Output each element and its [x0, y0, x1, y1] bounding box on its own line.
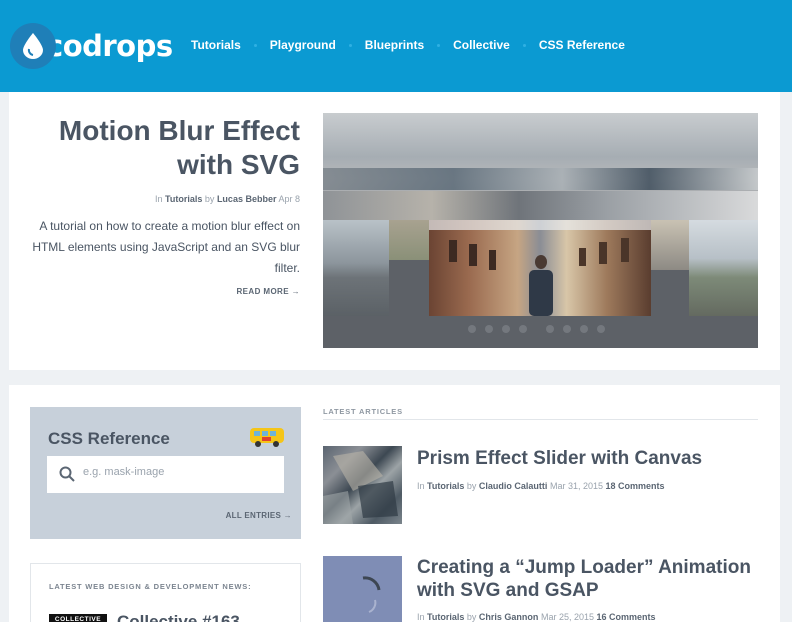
- slide-venice-street: [429, 220, 651, 316]
- read-more-link[interactable]: READ MORE →: [236, 287, 300, 296]
- blur-streak: [323, 168, 758, 190]
- comments-link[interactable]: 18 Comments: [606, 481, 665, 491]
- slider-dot[interactable]: [468, 325, 476, 333]
- author-link[interactable]: Lucas Bebber: [217, 194, 277, 204]
- slider-dot[interactable]: [580, 325, 588, 333]
- author-link[interactable]: Chris Gannon: [479, 612, 539, 622]
- author-link[interactable]: Claudio Calautti: [479, 481, 548, 491]
- css-search-box: [47, 456, 284, 493]
- latest-articles-heading: LATEST ARTICLES: [323, 407, 403, 416]
- slide-landscape-left: [323, 220, 389, 316]
- css-reference-title[interactable]: CSS Reference: [48, 429, 170, 449]
- slider-dot[interactable]: [519, 325, 527, 333]
- meta-in-label: In: [417, 612, 425, 622]
- all-entries-link[interactable]: ALL ENTRIES →: [226, 511, 292, 520]
- article-thumbnail[interactable]: [323, 446, 402, 524]
- main-nav: Tutorials Playground Blueprints Collecti…: [178, 38, 638, 52]
- slider-dot[interactable]: [502, 325, 510, 333]
- featured-description: A tutorial on how to create a motion blu…: [32, 219, 300, 275]
- meta-in-label: In: [155, 194, 163, 204]
- post-date: Apr 8: [278, 194, 300, 204]
- news-heading: LATEST WEB DESIGN & DEVELOPMENT NEWS:: [49, 582, 252, 591]
- meta-by-label: by: [466, 481, 477, 491]
- slider-dot[interactable]: [485, 325, 493, 333]
- nav-css-reference[interactable]: CSS Reference: [526, 38, 638, 52]
- logo-text: codrops: [46, 29, 173, 63]
- slide-blur-strip: [651, 220, 689, 270]
- collective-badge: COLLECTIVE: [49, 614, 107, 622]
- featured-meta: In Tutorials by Lucas Bebber Apr 8: [155, 194, 300, 204]
- css-reference-widget: CSS Reference ALL ENTRIES →: [30, 407, 301, 539]
- nav-collective[interactable]: Collective: [440, 38, 523, 52]
- article-meta: In Tutorials by Claudio Calautti Mar 31,…: [417, 481, 665, 491]
- meta-by-label: by: [204, 194, 215, 204]
- article-title[interactable]: Prism Effect Slider with Canvas: [417, 447, 752, 470]
- category-link[interactable]: Tutorials: [427, 481, 464, 491]
- news-widget: LATEST WEB DESIGN & DEVELOPMENT NEWS: CO…: [30, 563, 301, 622]
- meta-by-label: by: [466, 612, 477, 622]
- slider-pagination: [468, 325, 605, 333]
- article-item: Prism Effect Slider with Canvas In Tutor…: [323, 446, 758, 526]
- featured-image-slider[interactable]: [323, 113, 758, 348]
- nav-tutorials[interactable]: Tutorials: [178, 38, 254, 52]
- post-date: Mar 25, 2015: [540, 612, 594, 622]
- category-link[interactable]: Tutorials: [165, 194, 202, 204]
- comments-link[interactable]: 16 Comments: [597, 612, 656, 622]
- divider: [323, 419, 758, 420]
- drop-icon: [10, 23, 56, 69]
- site-header: codrops Tutorials Playground Blueprints …: [0, 0, 792, 92]
- nav-playground[interactable]: Playground: [257, 38, 349, 52]
- slider-dot[interactable]: [597, 325, 605, 333]
- meta-in-label: In: [417, 481, 425, 491]
- collective-title[interactable]: Collective #163: [117, 612, 240, 622]
- category-link[interactable]: Tutorials: [427, 612, 464, 622]
- css-search-input[interactable]: [83, 466, 273, 478]
- slide-landscape-right: [689, 220, 758, 316]
- school-bus-icon: [248, 425, 286, 454]
- slider-dot[interactable]: [563, 325, 571, 333]
- article-thumbnail[interactable]: [323, 556, 402, 622]
- post-date: Mar 31, 2015: [549, 481, 603, 491]
- featured-title[interactable]: Motion Blur Effect with SVG: [20, 114, 300, 182]
- featured-article: Motion Blur Effect with SVG In Tutorials…: [9, 92, 780, 370]
- slider-dot[interactable]: [546, 325, 554, 333]
- blur-streak: [323, 191, 758, 221]
- nav-blueprints[interactable]: Blueprints: [352, 38, 437, 52]
- article-item: Creating a “Jump Loader” Animation with …: [323, 556, 758, 622]
- search-icon: [59, 466, 75, 487]
- slide-blur-strip: [389, 220, 429, 260]
- article-title[interactable]: Creating a “Jump Loader” Animation with …: [417, 556, 752, 602]
- article-meta: In Tutorials by Chris Gannon Mar 25, 201…: [417, 612, 656, 622]
- codrops-logo[interactable]: codrops: [10, 22, 173, 70]
- content-section: CSS Reference ALL ENTRIES → LATEST WEB D…: [9, 385, 780, 622]
